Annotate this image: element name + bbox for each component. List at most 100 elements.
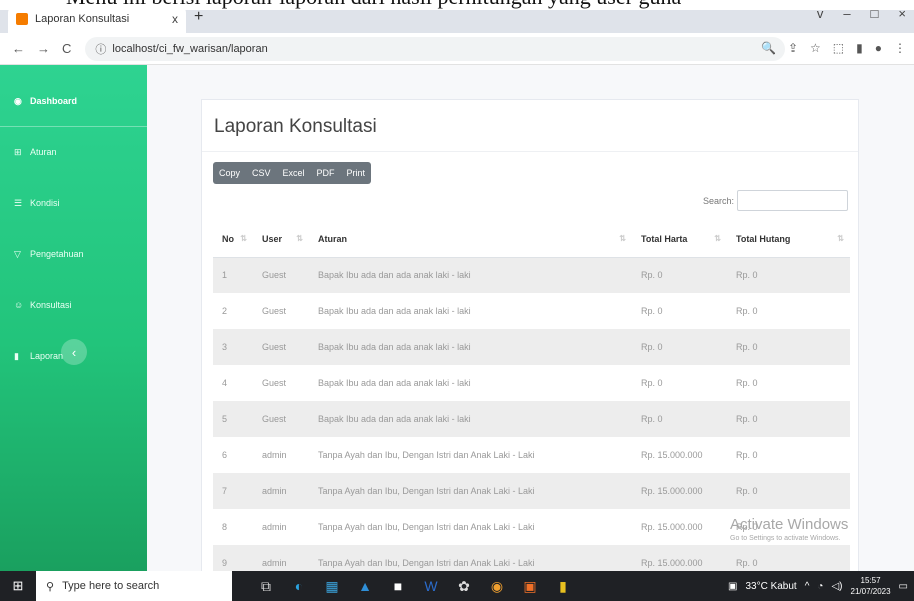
cell-user: admin xyxy=(262,522,287,532)
column-header-aturan[interactable]: Aturan ⇅ xyxy=(309,221,632,258)
sidebar-item-label: Konsultasi xyxy=(30,300,72,310)
cell-aturan: Bapak Ibu ada dan ada anak laki - laki xyxy=(318,306,471,316)
sidebar-item-aturan[interactable]: ⊞ Aturan xyxy=(0,140,147,164)
screen: Laporan Konsultasi x + v – □ × Menu ini … xyxy=(0,0,914,601)
column-header-total-hutang[interactable]: Total Hutang ⇅ xyxy=(727,221,850,258)
sublime-text-icon[interactable]: ▮ xyxy=(555,578,571,595)
csv-button[interactable]: CSV xyxy=(246,162,277,184)
document-caption: Menu ini berisi laporan-laporan dari has… xyxy=(0,0,914,10)
cell-total-hutang: Rp. 0 xyxy=(727,257,850,293)
card-divider xyxy=(202,151,858,152)
extensions-icon[interactable]: ⬚ xyxy=(833,41,844,55)
pdf-button[interactable]: PDF xyxy=(311,162,341,184)
sidebar-item-label: Kondisi xyxy=(30,198,60,208)
column-header-label: Total Harta xyxy=(641,233,688,244)
back-icon[interactable]: ← xyxy=(12,41,25,56)
network-icon[interactable]: ◔ xyxy=(817,581,823,592)
cell-user: Guest xyxy=(253,401,309,437)
xampp-icon[interactable]: ▣ xyxy=(522,578,538,595)
task-view-icon[interactable]: ⧉ xyxy=(258,578,274,595)
windows-taskbar: ⊞ ⚲ Type here to search ⧉ ◐ ▦ ▲ ■ W ✿ ◉ … xyxy=(0,571,914,601)
users-icon: ☺ xyxy=(14,300,24,310)
cell-aturan: Bapak Ibu ada dan ada anak laki - laki xyxy=(309,401,632,437)
sort-icon: ⇅ xyxy=(240,234,247,243)
sort-icon: ⇅ xyxy=(619,234,626,243)
browser-menu-icon[interactable]: ⋮ xyxy=(894,41,906,55)
cell-user: admin xyxy=(253,473,309,509)
sidebar-item-dashboard[interactable]: ◉ Dashboard xyxy=(0,89,147,113)
sidebar-panel-icon[interactable]: ▮ xyxy=(856,41,863,55)
column-header-label: User xyxy=(262,233,283,244)
search-icon: ⚲ xyxy=(46,580,55,593)
cell-user: Guest xyxy=(253,257,309,293)
watermark-subtitle: Go to Settings to activate Windows. xyxy=(730,535,841,542)
sort-icon: ⇅ xyxy=(714,234,721,243)
table-row: 6 admin Tanpa Ayah dan Ibu, Dengan Istri… xyxy=(213,437,850,473)
grid-icon: ⊞ xyxy=(14,146,22,157)
bookmark-star-icon[interactable]: ☆ xyxy=(810,41,821,55)
watermark-title: Activate Windows xyxy=(730,516,849,533)
cell-total-hutang: Rp. 0 xyxy=(736,306,758,316)
sidebar-item-kondisi[interactable]: ☰ Kondisi xyxy=(0,191,147,215)
cell-aturan: Tanpa Ayah dan Ibu, Dengan Istri dan Ana… xyxy=(318,522,535,532)
copy-button[interactable]: Copy xyxy=(213,162,246,184)
calendar-app-icon[interactable]: ■ xyxy=(390,578,406,595)
page-title: Laporan Konsultasi xyxy=(214,116,377,137)
windows-start-icon[interactable]: ⊞ xyxy=(0,578,36,594)
forward-icon[interactable]: → xyxy=(37,41,50,56)
store-icon[interactable]: ▦ xyxy=(324,578,340,595)
sidebar: ◉ Dashboard ⊞ Aturan ☰ Kondisi ▽ Pengeta… xyxy=(0,65,147,571)
filter-icon: ▽ xyxy=(14,248,21,259)
cell-total-harta: Rp. 0 xyxy=(632,329,727,365)
sidebar-toggle-button[interactable]: ‹ xyxy=(61,339,87,365)
taskbar-clock[interactable]: 15:57 21/07/2023 xyxy=(851,575,891,597)
cell-total-hutang: Rp. 0 xyxy=(727,401,850,437)
table-row: 2 Guest Bapak Ibu ada dan ada anak laki … xyxy=(213,293,850,329)
cell-total-hutang: Rp. 0 xyxy=(736,450,758,460)
column-header-label: Total Hutang xyxy=(736,233,791,244)
sidebar-item-pengetahuan[interactable]: ▽ Pengetahuan xyxy=(0,242,147,266)
reload-icon[interactable]: C xyxy=(62,41,71,56)
weather-icon: ▣ xyxy=(728,580,738,592)
cell-total-hutang: Rp. 0 xyxy=(736,378,758,388)
cell-total-harta: Rp. 15.000.000 xyxy=(641,522,703,532)
tab-title: Laporan Konsultasi xyxy=(35,13,130,25)
table-row: 7 admin Tanpa Ayah dan Ibu, Dengan Istri… xyxy=(213,473,850,509)
cell-no: 7 xyxy=(213,473,253,509)
column-header-total-harta[interactable]: Total Harta ⇅ xyxy=(632,221,727,258)
word-icon[interactable]: W xyxy=(423,578,439,595)
profile-avatar-icon[interactable]: ● xyxy=(875,41,882,55)
cell-total-hutang: Rp. 0 xyxy=(727,329,850,365)
chrome-icon[interactable]: ◉ xyxy=(489,578,505,595)
cell-no: 5 xyxy=(213,401,253,437)
tab-close-icon[interactable]: x xyxy=(172,12,178,26)
search-input[interactable] xyxy=(737,190,848,211)
edge-browser-icon[interactable]: ◐ xyxy=(291,578,307,595)
cell-user: Guest xyxy=(262,306,287,316)
sidebar-divider xyxy=(0,126,147,127)
url-field[interactable]: ⓘ localhost/ci_fw_warisan/laporan xyxy=(85,36,786,61)
taskbar-search-placeholder: Type here to search xyxy=(62,580,160,592)
activate-windows-watermark: Activate Windows Go to Settings to activ… xyxy=(730,516,848,542)
taskbar-search-box[interactable]: ⚲ Type here to search xyxy=(36,571,232,601)
column-header-user[interactable]: User ⇅ xyxy=(253,221,309,258)
sidebar-item-label: Pengetahuan xyxy=(30,249,84,259)
settings-gear-icon[interactable]: ✿ xyxy=(456,578,472,595)
tray-chevron-icon[interactable]: ^ xyxy=(805,581,810,592)
weather-text[interactable]: 33°C Kabut xyxy=(745,581,796,592)
cell-total-harta: Rp. 0 xyxy=(641,306,663,316)
excel-button[interactable]: Excel xyxy=(277,162,311,184)
mail-icon[interactable]: ▲ xyxy=(357,578,373,595)
sidebar-item-label: Dashboard xyxy=(30,96,78,106)
volume-icon[interactable]: ◁) xyxy=(831,581,842,592)
cell-total-harta: Rp. 0 xyxy=(632,257,727,293)
print-button[interactable]: Print xyxy=(341,162,372,184)
share-icon[interactable]: ⇪ xyxy=(788,41,798,55)
sidebar-item-konsultasi[interactable]: ☺ Konsultasi xyxy=(0,293,147,317)
zoom-icon[interactable]: 🔍 xyxy=(761,41,776,55)
notification-icon[interactable]: ▭ xyxy=(899,581,908,592)
column-header-no[interactable]: No ⇅ xyxy=(213,221,253,258)
address-bar-icons: 🔍 ⇪ ☆ ⬚ ▮ ● ⋮ xyxy=(761,41,906,55)
cell-no: 1 xyxy=(213,257,253,293)
new-tab-button[interactable]: + xyxy=(194,8,203,26)
